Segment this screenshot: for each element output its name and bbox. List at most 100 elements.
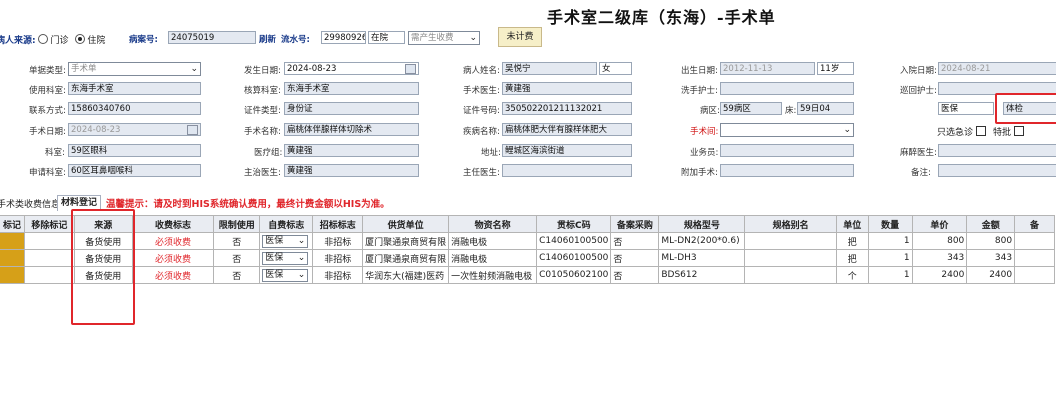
phone-label: 联系方式: bbox=[29, 106, 66, 116]
phone-field[interactable]: 15860340760 bbox=[68, 102, 201, 115]
remove-mark-cell[interactable] bbox=[23, 232, 75, 250]
col-header-amount[interactable]: 金额 bbox=[966, 215, 1016, 233]
ward-field[interactable]: 59病区 bbox=[720, 102, 782, 115]
fee-type-select[interactable]: 需产生收费 ⌄ bbox=[408, 31, 480, 45]
row-marker[interactable] bbox=[0, 232, 25, 250]
col-header-limit[interactable]: 限制使用 bbox=[213, 215, 261, 233]
col-header-price[interactable]: 单价 bbox=[911, 215, 968, 233]
col-header-spec[interactable]: 规格型号 bbox=[658, 215, 746, 233]
surgery-date-label: 手术日期: bbox=[29, 127, 66, 137]
special-option[interactable]: 特批 bbox=[993, 125, 1024, 138]
row-marker[interactable] bbox=[0, 266, 25, 284]
assist-field[interactable] bbox=[720, 164, 854, 177]
chevron-down-icon: ⌄ bbox=[843, 125, 851, 135]
checkbox-icon[interactable] bbox=[975, 126, 986, 136]
bid-cell: 非招标 bbox=[312, 266, 364, 284]
uncharged-button[interactable]: 未计费 bbox=[498, 27, 542, 47]
patient-name-field[interactable]: 吴悦宁 bbox=[502, 62, 597, 75]
col-header-fee-flag[interactable]: 收费标志 bbox=[131, 215, 215, 233]
address-label: 地址: bbox=[481, 148, 501, 158]
tab-fee-info[interactable]: 手术类收费信息 bbox=[0, 197, 60, 213]
row-marker[interactable] bbox=[0, 249, 25, 267]
col-header-item-name[interactable]: 物资名称 bbox=[448, 215, 538, 233]
serial-field[interactable]: 29980926 bbox=[321, 31, 366, 44]
col-header-bid[interactable]: 招标标志 bbox=[312, 215, 364, 233]
cert-no-field[interactable]: 350502201211132021 bbox=[502, 102, 632, 115]
calendar-icon[interactable] bbox=[187, 125, 198, 135]
remove-mark-cell[interactable] bbox=[23, 266, 75, 284]
limit-cell: 否 bbox=[213, 266, 261, 284]
limit-cell: 否 bbox=[213, 232, 261, 250]
address-field[interactable]: 鲤城区海滨街道 bbox=[502, 144, 632, 157]
calendar-icon[interactable] bbox=[405, 64, 416, 74]
doc-type-select[interactable]: 手术单 ⌄ bbox=[68, 62, 201, 76]
radio-inpatient[interactable]: 住院 bbox=[75, 34, 105, 46]
table-row[interactable]: 备货使用 必须收费 否 医保 ⌄ 非招标 厦门聚通泉商贸有限 消融电极 C1406… bbox=[0, 232, 1055, 250]
surgery-room-select[interactable]: ⌄ bbox=[720, 123, 854, 137]
warm-tip: 温馨提示：请及时到HIS系统确认费用，最终计费金额以HIS为准。 bbox=[106, 199, 390, 210]
dept-field[interactable]: 59区眼科 bbox=[68, 144, 201, 157]
alias-cell bbox=[744, 266, 837, 284]
self-pay-select[interactable]: 医保 ⌄ bbox=[262, 251, 309, 265]
chief-field[interactable] bbox=[502, 164, 632, 177]
medical-group-field[interactable]: 黄建强 bbox=[284, 144, 419, 157]
apply-dept-field[interactable]: 60区耳鼻咽喉科 bbox=[68, 164, 201, 177]
col-header-supplier[interactable]: 供货单位 bbox=[362, 215, 450, 233]
col-header-remove-mark[interactable]: 移除标记 bbox=[23, 215, 75, 233]
filing-cell: 否 bbox=[610, 232, 660, 250]
table-row[interactable]: 备货使用 必须收费 否 医保 ⌄ 非招标 厦门聚通泉商贸有限 消融电极 C1406… bbox=[0, 249, 1055, 267]
amount-cell: 800 bbox=[966, 232, 1016, 250]
case-no-field[interactable]: 24075019 bbox=[168, 31, 256, 44]
limit-cell: 否 bbox=[213, 249, 261, 267]
self-pay-select[interactable]: 医保 ⌄ bbox=[262, 268, 309, 282]
patient-source-group: 病人来源: 门诊 住院 bbox=[0, 33, 105, 46]
remove-mark-cell[interactable] bbox=[23, 249, 75, 267]
disease-field[interactable]: 扁桃体肥大伴有腺样体肥大 bbox=[502, 123, 632, 136]
item-name-cell: 一次性射频消融电极 bbox=[448, 266, 538, 284]
table-row[interactable]: 备货使用 必须收费 否 医保 ⌄ 非招标 华润东大(福建)医药 一次性射频消融电极… bbox=[0, 266, 1055, 284]
self-pay-cell[interactable]: 医保 ⌄ bbox=[259, 249, 314, 267]
use-dept-field[interactable]: 东海手术室 bbox=[68, 82, 201, 95]
remark-field[interactable] bbox=[938, 164, 1056, 177]
refresh-link[interactable]: 刷新 bbox=[259, 33, 276, 45]
col-header-mark[interactable]: 标记 bbox=[0, 215, 25, 233]
col-header-remark[interactable]: 备 bbox=[1014, 215, 1055, 233]
surgery-date-field[interactable]: 2024-08-23 bbox=[68, 123, 201, 136]
remark-label: 备注: bbox=[911, 168, 931, 178]
table-header-row: 标记 移除标记 来源 收费标志 限制使用 自费标志 招标标志 供货单位 物资名称… bbox=[0, 215, 1055, 233]
only-emergency-option[interactable]: 只选急诊 bbox=[937, 125, 986, 138]
code-cell: C14060100500 bbox=[536, 249, 612, 267]
occur-date-field[interactable]: 2024-08-23 bbox=[284, 62, 419, 75]
col-header-code[interactable]: 贯标C码 bbox=[536, 215, 612, 233]
self-pay-cell[interactable]: 医保 ⌄ bbox=[259, 232, 314, 250]
self-pay-cell[interactable]: 医保 ⌄ bbox=[259, 266, 314, 284]
item-name-cell: 消融电极 bbox=[448, 249, 538, 267]
clerk-field[interactable] bbox=[720, 144, 854, 157]
scrub-nurse-field[interactable] bbox=[720, 82, 854, 95]
bed-field[interactable]: 59日04 bbox=[797, 102, 854, 115]
self-pay-select[interactable]: 医保 ⌄ bbox=[262, 234, 309, 248]
cert-no-label: 证件号码: bbox=[463, 106, 500, 116]
surgery-room-label: 手术间: bbox=[690, 127, 719, 137]
anesthetist-field[interactable] bbox=[938, 144, 1056, 157]
check-dept-field[interactable]: 东海手术室 bbox=[284, 82, 419, 95]
radio-outpatient[interactable]: 门诊 bbox=[38, 34, 69, 46]
insurance-label-field: 医保 bbox=[938, 102, 994, 115]
surgery-name-field[interactable]: 扁桃体伴腺样体切除术 bbox=[284, 123, 419, 136]
attending-field[interactable]: 黄建强 bbox=[284, 164, 419, 177]
surgeon-field[interactable]: 黄建强 bbox=[502, 82, 632, 95]
item-name-cell: 消融电极 bbox=[448, 232, 538, 250]
page-title: 手术室二级库（东海）-手术单 bbox=[547, 8, 776, 27]
col-header-alias[interactable]: 规格别名 bbox=[744, 215, 837, 233]
remark-cell bbox=[1014, 232, 1055, 250]
col-header-qty[interactable]: 数量 bbox=[867, 215, 913, 233]
attending-label: 主治医生: bbox=[244, 168, 281, 178]
cert-type-field[interactable]: 身份证 bbox=[284, 102, 419, 115]
col-header-self-pay[interactable]: 自费标志 bbox=[259, 215, 314, 233]
checkbox-icon[interactable] bbox=[1013, 126, 1024, 136]
remark-cell bbox=[1014, 266, 1055, 284]
col-header-filing[interactable]: 备案采购 bbox=[610, 215, 660, 233]
col-header-unit[interactable]: 单位 bbox=[835, 215, 869, 233]
cert-type-label: 证件类型: bbox=[244, 106, 281, 116]
surgeon-label: 手术医生: bbox=[463, 86, 500, 96]
